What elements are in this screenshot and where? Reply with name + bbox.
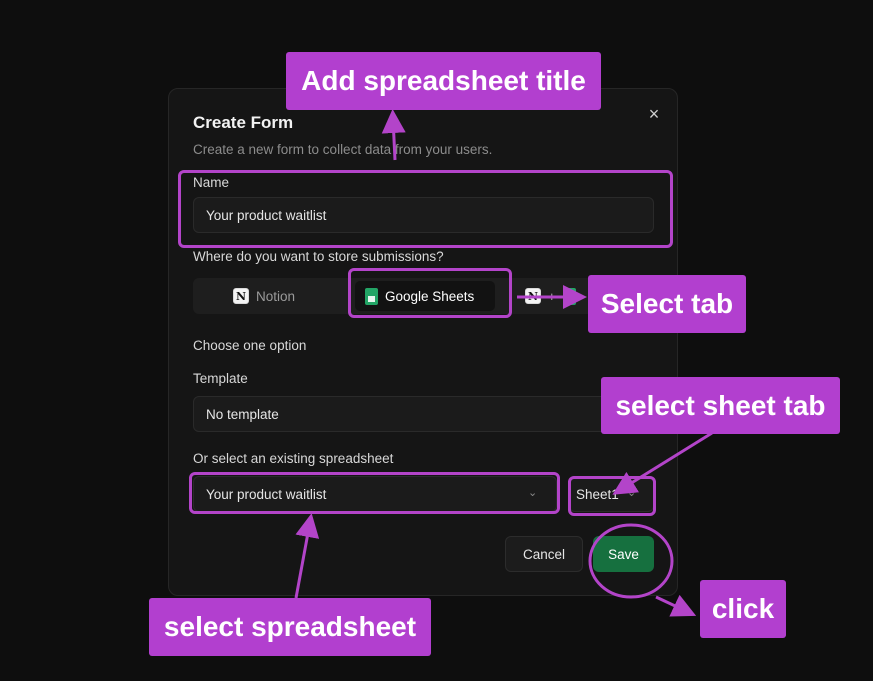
save-button[interactable]: Save [593,536,654,572]
existing-spreadsheet-label: Or select an existing spreadsheet [193,451,394,466]
cancel-button[interactable]: Cancel [505,536,583,572]
annotation-select-sheet-tab: select sheet tab [601,377,840,434]
annotation-name-highlight [178,170,673,248]
annotation-sheet-highlight [568,476,656,516]
annotation-click: click [700,580,786,638]
annotation-add-title: Add spreadsheet title [286,52,601,110]
notion-icon: N [233,288,249,304]
annotation-select-spreadsheet: select spreadsheet [149,598,431,656]
tab-notion-label: Notion [256,288,296,304]
template-select-value: No template [206,406,279,422]
dialog-subtitle: Create a new form to collect data from y… [193,142,493,157]
dialog-title: Create Form [193,113,294,132]
notion-icon: N [525,288,541,304]
close-icon[interactable]: × [643,103,665,125]
tab-notion[interactable]: N Notion [223,281,343,311]
google-sheets-icon [562,287,576,305]
annotation-tab-highlight [348,268,512,318]
create-form-dialog: Create Form Create a new form to collect… [168,88,678,596]
annotation-spreadsheet-highlight [189,472,560,514]
plus-icon: + [548,288,556,304]
annotation-select-tab: Select tab [588,275,746,333]
template-select[interactable]: No template [193,396,654,432]
template-label: Template [193,371,248,386]
choose-option-heading: Choose one option [193,338,307,353]
storage-question: Where do you want to store submissions? [193,249,444,264]
